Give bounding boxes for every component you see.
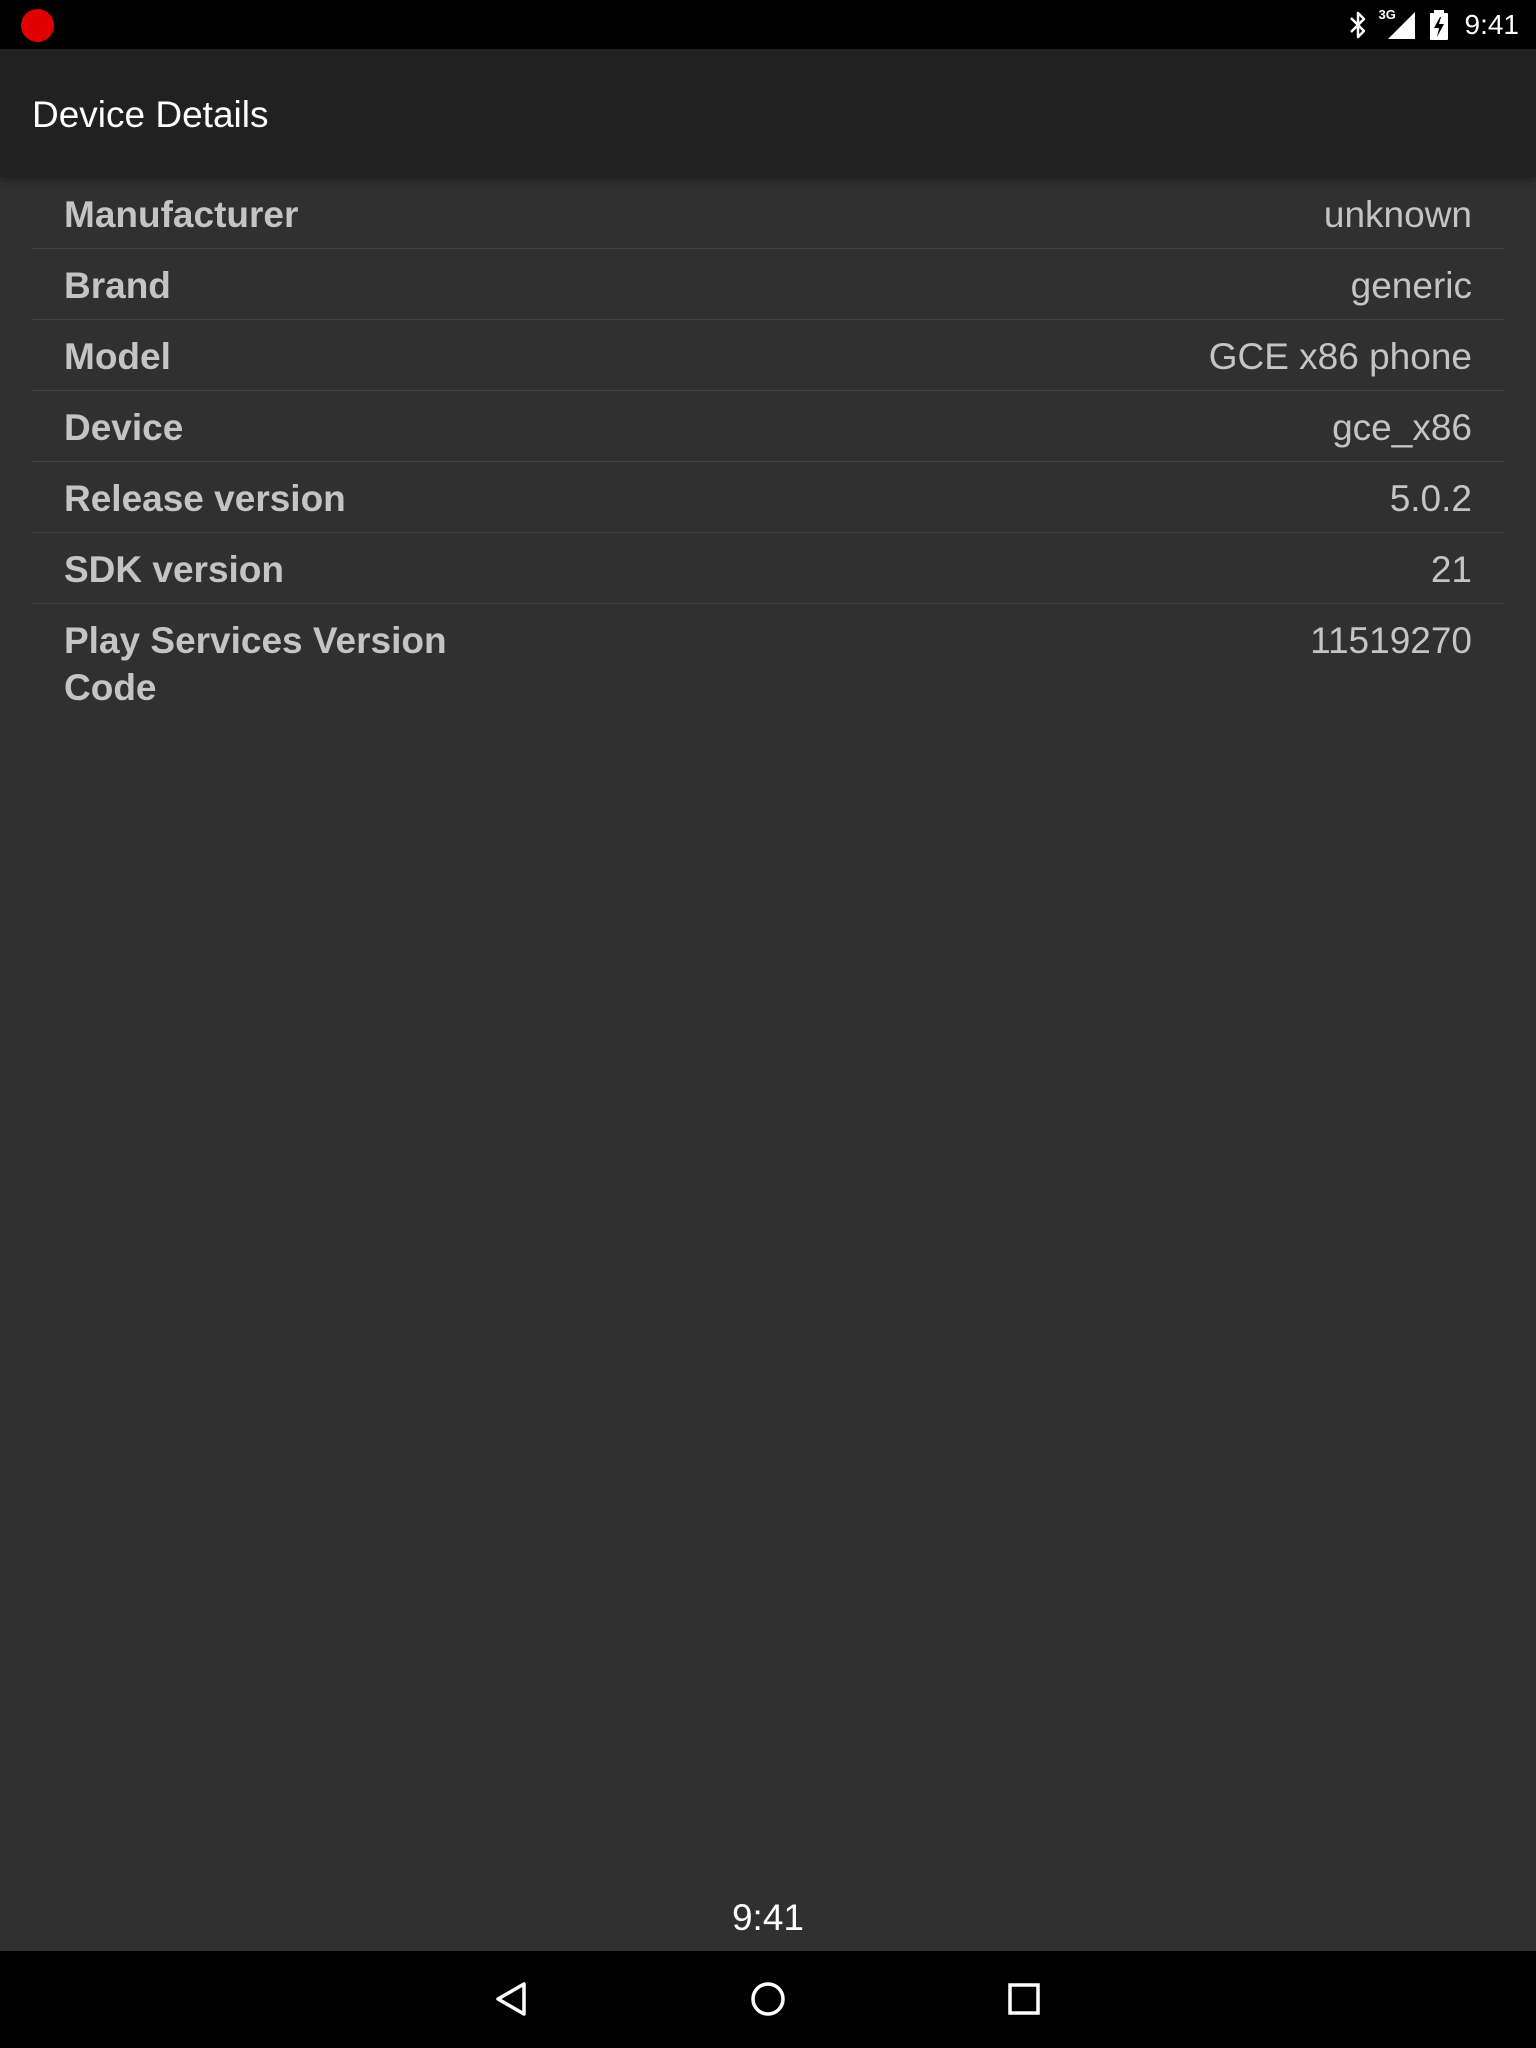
detail-label: Brand <box>64 265 171 306</box>
detail-row-brand: Brand generic <box>32 249 1504 320</box>
detail-value: unknown <box>1323 194 1472 235</box>
record-icon <box>21 9 54 42</box>
detail-label: SDK version <box>64 549 285 590</box>
battery-charging-icon <box>1429 9 1449 41</box>
clock-text: 9:41 <box>731 1897 804 1938</box>
recents-icon[interactable] <box>994 1969 1054 2029</box>
detail-label: Manufacturer <box>64 194 299 235</box>
detail-value: 11519270 <box>1310 620 1472 661</box>
detail-label: Play Services Version Code <box>64 620 447 708</box>
status-bar: 3G 9:41 <box>0 0 1536 49</box>
bluetooth-icon <box>1347 9 1369 41</box>
detail-value: generic <box>1350 265 1472 306</box>
home-icon[interactable] <box>738 1969 798 2029</box>
app-bar: Device Details <box>0 49 1536 177</box>
device-details-list: Manufacturer unknown Brand generic Model… <box>32 178 1504 724</box>
detail-label: Model <box>64 336 171 377</box>
detail-row-sdk-version: SDK version 21 <box>32 533 1504 604</box>
detail-value: gce_x86 <box>1332 407 1472 448</box>
back-icon[interactable] <box>482 1969 542 2029</box>
page-title: Device Details <box>32 94 269 135</box>
detail-label: Release version <box>64 478 346 519</box>
detail-row-play-services-version: Play Services Version Code 11519270 <box>32 604 1504 724</box>
detail-row-model: Model GCE x86 phone <box>32 320 1504 391</box>
navigation-bar <box>0 1951 1536 2048</box>
detail-value: 5.0.2 <box>1389 478 1472 519</box>
detail-label: Device <box>64 407 184 448</box>
status-icons: 3G 9:41 <box>1347 0 1520 49</box>
status-time: 9:41 <box>1464 8 1520 40</box>
detail-value: 21 <box>1430 549 1472 590</box>
signal-icon: 3G <box>1379 7 1419 41</box>
detail-row-device: Device gce_x86 <box>32 391 1504 462</box>
detail-row-release-version: Release version 5.0.2 <box>32 462 1504 533</box>
detail-row-manufacturer: Manufacturer unknown <box>32 178 1504 249</box>
detail-value: GCE x86 phone <box>1208 336 1472 377</box>
